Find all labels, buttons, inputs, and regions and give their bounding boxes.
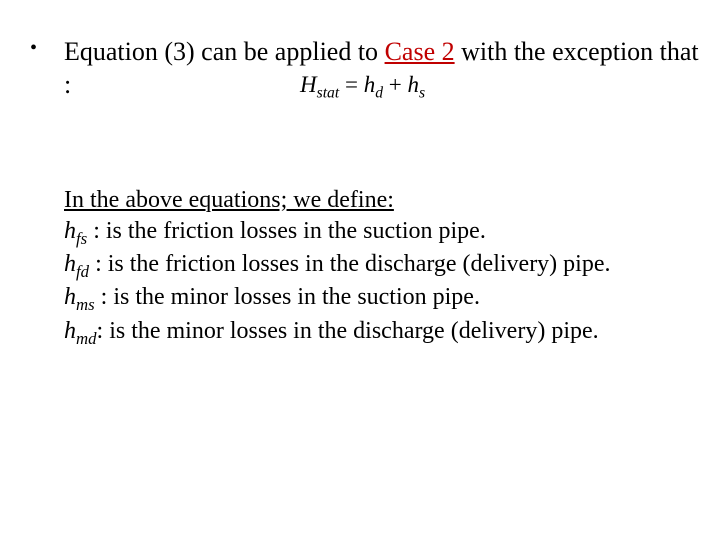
def-sub: md [76,328,97,347]
def-var: h [64,284,76,310]
def-text: is the minor losses in the suction pipe. [113,284,480,310]
eq-equals: = [339,72,363,97]
def-var: h [64,251,76,277]
case-2-link: Case 2 [385,37,455,66]
def-var: h [64,218,76,244]
bullet-pre: Equation (3) can be applied to [64,37,385,66]
def-text: is the minor losses in the discharge (de… [109,318,598,344]
definitions-header: In the above equations; we define: [64,185,700,216]
def-text: is the friction losses in the suction pi… [106,218,486,244]
def-sep: : [95,284,114,310]
eq-lhs-sub: stat [317,85,340,102]
equation-hstat: Hstat = hd + hs [300,72,425,103]
def-sep: : [87,218,106,244]
def-row-hmd: hmd: is the minor losses in the discharg… [64,316,700,349]
def-text: is the friction losses in the discharge … [108,251,611,277]
def-row-hfs: hfs : is the friction losses in the suct… [64,216,700,249]
def-sub: fd [76,262,89,281]
eq-plus: + [383,72,407,97]
definitions-block: In the above equations; we define: hfs :… [64,185,700,349]
eq-lhs-var: H [300,72,317,97]
def-sep: : [89,251,108,277]
eq-r2-var: h [407,72,419,97]
eq-r1-var: h [364,72,376,97]
bullet-marker-icon: • [30,36,37,61]
slide: • Equation (3) can be applied to Case 2 … [0,0,720,540]
def-var: h [64,318,76,344]
def-sub: fs [76,229,87,248]
eq-r2-sub: s [419,85,425,102]
def-row-hms: hms : is the minor losses in the suction… [64,282,700,315]
eq-r1-sub: d [375,85,383,102]
def-sep: : [97,318,110,344]
def-row-hfd: hfd : is the friction losses in the disc… [64,249,700,282]
def-sub: ms [76,295,95,314]
